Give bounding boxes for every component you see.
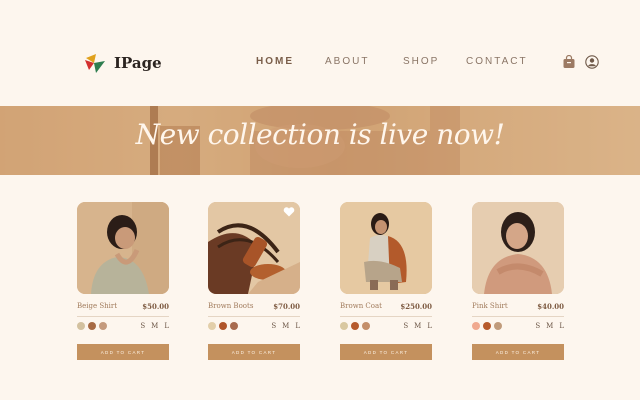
product-price: $50.00 <box>142 302 169 311</box>
size-option[interactable]: L <box>427 322 432 330</box>
size-option[interactable]: M <box>282 322 289 330</box>
product-name: Brown Boots <box>208 302 254 310</box>
product-card[interactable]: Beige Shirt $50.00 S M L ADD TO CART <box>77 202 169 360</box>
size-option[interactable]: S <box>140 322 145 330</box>
nav-about-link[interactable]: ABOUT <box>325 56 369 67</box>
size-option[interactable]: M <box>414 322 421 330</box>
product-name: Beige Shirt <box>77 302 118 310</box>
color-swatch[interactable] <box>219 322 227 330</box>
color-swatch[interactable] <box>362 322 370 330</box>
color-swatch[interactable] <box>472 322 480 330</box>
size-option[interactable]: L <box>295 322 300 330</box>
color-swatch[interactable] <box>351 322 359 330</box>
product-card[interactable]: Pink Shirt $40.00 S M L ADD TO CART <box>472 202 564 360</box>
banner-headline: New collection is live now! <box>135 118 505 151</box>
product-price: $40.00 <box>537 302 564 311</box>
color-swatches <box>340 322 370 330</box>
add-to-cart-button[interactable]: ADD TO CART <box>340 344 432 360</box>
product-photo[interactable] <box>340 202 432 294</box>
size-option[interactable]: S <box>403 322 408 330</box>
favorite-heart-icon[interactable] <box>283 205 295 217</box>
product-photo[interactable] <box>472 202 564 294</box>
color-swatch[interactable] <box>88 322 96 330</box>
product-card[interactable]: Brown Boots $70.00 S M L ADD TO CART <box>208 202 300 360</box>
add-to-cart-button[interactable]: ADD TO CART <box>472 344 564 360</box>
color-swatches <box>77 322 107 330</box>
site-header: IPage HOME ABOUT SHOP CONTACT <box>0 0 640 106</box>
color-swatch[interactable] <box>99 322 107 330</box>
size-option[interactable]: S <box>271 322 276 330</box>
size-option[interactable]: L <box>559 322 564 330</box>
size-options: S M L <box>140 322 169 330</box>
size-option[interactable]: M <box>151 322 158 330</box>
size-options: S M L <box>271 322 300 330</box>
size-options: S M L <box>403 322 432 330</box>
product-card[interactable]: Brown Coat $250.00 S M L ADD TO CART <box>340 202 432 360</box>
color-swatch[interactable] <box>494 322 502 330</box>
nav-home-link[interactable]: HOME <box>256 56 294 67</box>
product-photo[interactable] <box>208 202 300 294</box>
user-icon[interactable] <box>585 55 599 69</box>
product-price: $250.00 <box>400 302 432 311</box>
brand-logo[interactable]: IPage <box>84 52 162 74</box>
shopping-bag-icon[interactable] <box>562 54 576 69</box>
color-swatch[interactable] <box>230 322 238 330</box>
brand-name: IPage <box>114 54 162 72</box>
color-swatch[interactable] <box>77 322 85 330</box>
size-option[interactable]: M <box>546 322 553 330</box>
color-swatch[interactable] <box>340 322 348 330</box>
color-swatches <box>472 322 502 330</box>
nav-contact-link[interactable]: CONTACT <box>466 56 528 67</box>
color-swatch[interactable] <box>208 322 216 330</box>
product-price: $70.00 <box>273 302 300 311</box>
color-swatches <box>208 322 238 330</box>
add-to-cart-button[interactable]: ADD TO CART <box>77 344 169 360</box>
tricolor-leaf-logo-icon <box>84 52 106 74</box>
size-option[interactable]: L <box>164 322 169 330</box>
size-option[interactable]: S <box>535 322 540 330</box>
product-name: Brown Coat <box>340 302 382 310</box>
nav-shop-link[interactable]: SHOP <box>403 56 439 67</box>
hero-banner: New collection is live now! <box>0 106 640 175</box>
color-swatch[interactable] <box>483 322 491 330</box>
product-photo[interactable] <box>77 202 169 294</box>
add-to-cart-button[interactable]: ADD TO CART <box>208 344 300 360</box>
size-options: S M L <box>535 322 564 330</box>
product-name: Pink Shirt <box>472 302 508 310</box>
